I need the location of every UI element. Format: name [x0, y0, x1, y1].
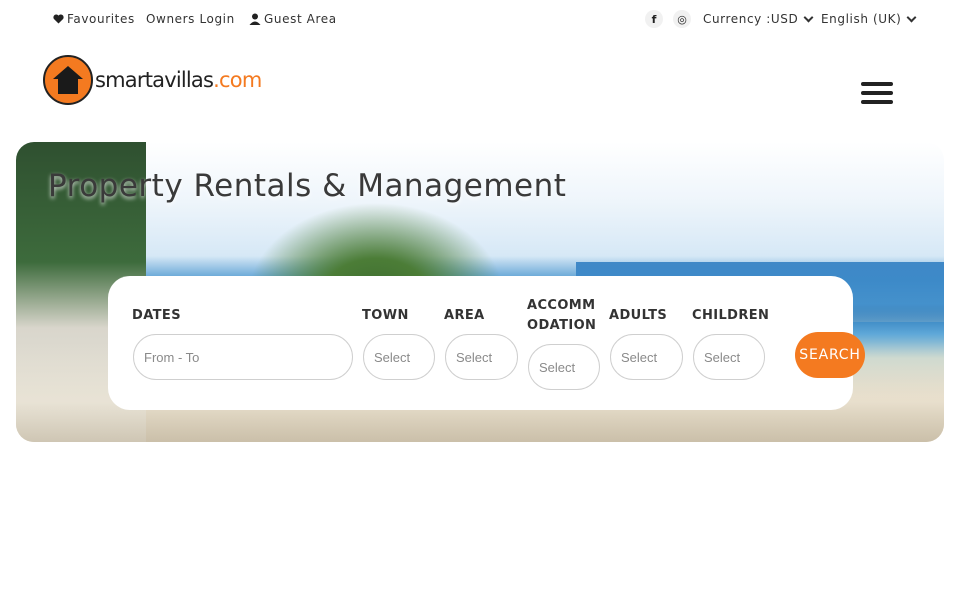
- accommodation-select[interactable]: Select: [528, 344, 600, 390]
- chevron-down-icon: [803, 12, 814, 22]
- logo-name: smartavillas: [95, 68, 214, 92]
- logo-text: smartavillas.com: [95, 68, 262, 92]
- favourites-label: Favourites: [67, 12, 135, 26]
- dates-field: DATES: [132, 306, 181, 326]
- area-select[interactable]: Select: [445, 334, 518, 380]
- adults-label: ADULTS: [609, 308, 668, 323]
- hero-title: Property Rentals & Management: [48, 168, 567, 204]
- logo-tld: .com: [213, 68, 262, 92]
- guest-area-label: Guest Area: [264, 12, 337, 26]
- favourites-link[interactable]: Favourites: [53, 12, 135, 26]
- owners-login-label: Owners Login: [146, 12, 235, 26]
- heart-icon: [53, 14, 64, 24]
- site-logo[interactable]: smartavillas.com: [43, 54, 262, 106]
- instagram-glyph: ◎: [677, 12, 687, 26]
- menu-icon[interactable]: [861, 82, 893, 104]
- accommodation-select-wrap: Select: [528, 344, 600, 390]
- children-select-wrap: Select: [693, 334, 765, 380]
- instagram-icon[interactable]: ◎: [673, 10, 691, 28]
- facebook-glyph: f: [651, 12, 657, 26]
- language-label: English (UK): [821, 12, 902, 26]
- dates-label: DATES: [132, 308, 181, 323]
- chevron-down-icon: [906, 12, 917, 22]
- town-label: TOWN: [362, 308, 409, 323]
- town-select-wrap: Select: [363, 334, 435, 380]
- top-bar: Favourites Owners Login Guest Area f ◎ C…: [0, 0, 960, 38]
- search-button[interactable]: SEARCH: [795, 332, 865, 378]
- town-field: TOWN: [362, 306, 409, 326]
- area-label: AREA: [444, 308, 485, 323]
- town-select[interactable]: Select: [363, 334, 435, 380]
- guest-area-link[interactable]: Guest Area: [249, 12, 337, 26]
- currency-dropdown[interactable]: Currency :USD: [703, 12, 814, 26]
- children-label: CHILDREN: [692, 308, 770, 323]
- user-icon: [249, 13, 261, 25]
- accommodation-label-line2: ODATION: [527, 318, 597, 333]
- facebook-icon[interactable]: f: [645, 10, 663, 28]
- children-select[interactable]: Select: [693, 334, 765, 380]
- dates-input[interactable]: From - To: [133, 334, 353, 380]
- area-select-wrap: Select: [445, 334, 518, 380]
- owners-login-link[interactable]: Owners Login: [146, 12, 235, 26]
- accommodation-label-line1: ACCOMM: [527, 298, 596, 313]
- area-field: AREA: [444, 306, 485, 326]
- adults-select-wrap: Select: [610, 334, 683, 380]
- adults-select[interactable]: Select: [610, 334, 683, 380]
- accommodation-field: ACCOMM ODATION: [527, 296, 596, 336]
- house-logo-icon: [43, 55, 93, 105]
- language-dropdown[interactable]: English (UK): [821, 12, 917, 26]
- dates-input-wrap: From - To: [133, 334, 353, 380]
- adults-field: ADULTS: [609, 306, 667, 326]
- currency-label: Currency :USD: [703, 12, 799, 26]
- children-field: CHILDREN: [692, 306, 769, 326]
